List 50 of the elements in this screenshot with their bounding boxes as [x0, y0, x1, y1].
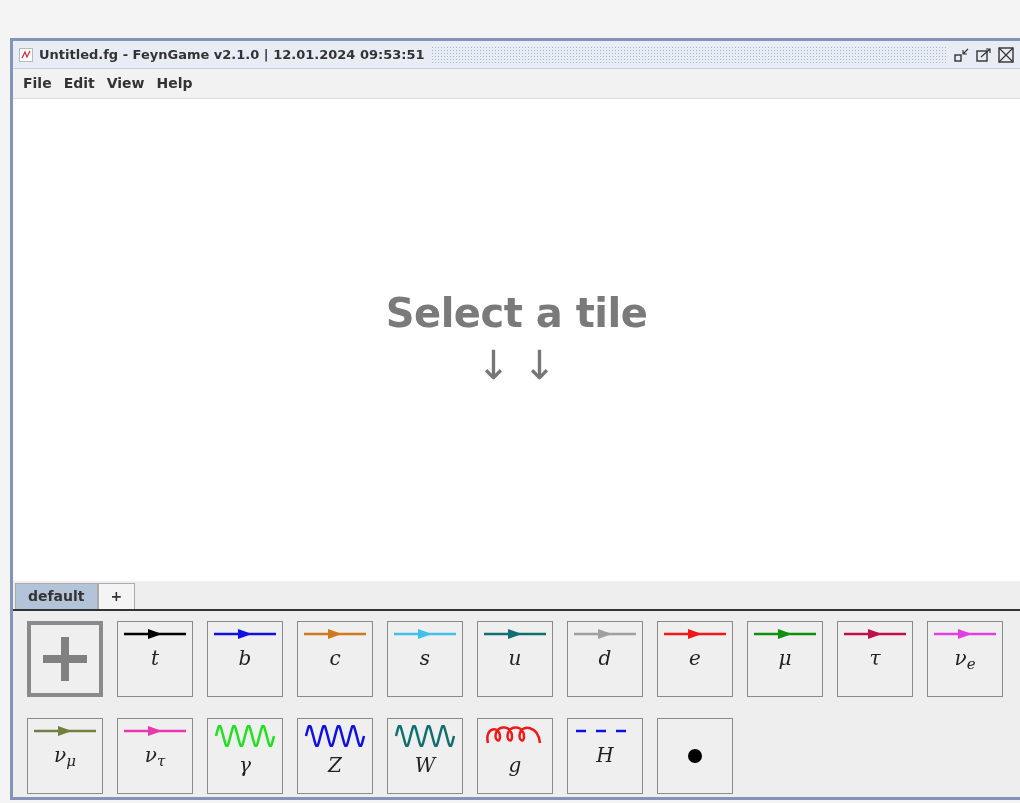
close-icon[interactable] [998, 46, 1014, 63]
particle-tile[interactable]: d [567, 621, 643, 697]
particle-tile[interactable]: W [387, 718, 463, 794]
menu-item[interactable]: File [17, 71, 58, 96]
particle-tile[interactable]: t [117, 621, 193, 697]
menu-item[interactable]: Help [150, 71, 199, 96]
particle-label: c [329, 648, 341, 668]
particle-label: ν$_{e}$ [954, 648, 976, 668]
particle-label: ν$_{τ}$ [144, 745, 166, 765]
particle-tile[interactable]: e [657, 621, 733, 697]
particle-label: γ [239, 755, 251, 775]
canvas-heading: Select a tile [385, 289, 648, 338]
window-title: Untitled.fg - FeynGame v2.1.0 | 12.01.2024 09:53:51 [39, 45, 425, 64]
particle-label: e [689, 648, 701, 668]
particle-tile[interactable] [657, 718, 733, 794]
particle-label: Z [328, 755, 342, 775]
menu-item[interactable]: Edit [57, 71, 101, 96]
particle-label: W [414, 755, 436, 775]
particle-tile[interactable]: γ [207, 718, 283, 794]
drawing-canvas[interactable]: Select a tile ↓ ↓ [13, 99, 1020, 581]
particle-tile[interactable]: b [207, 621, 283, 697]
down-arrows: ↓ ↓ [476, 343, 557, 387]
maximize-icon[interactable] [976, 46, 992, 63]
particle-label: u [508, 648, 522, 668]
particle-tile[interactable]: ν$_{τ}$ [117, 718, 193, 794]
particle-tile[interactable]: ν$_{e}$ [927, 621, 1003, 697]
menu-item[interactable]: View [100, 71, 151, 96]
particle-tile[interactable]: H [567, 718, 643, 794]
particle-tile[interactable]: τ [837, 621, 913, 697]
particle-tile[interactable]: ν$_{μ}$ [27, 718, 103, 794]
restore-icon[interactable] [954, 46, 970, 63]
particle-tile[interactable]: u [477, 621, 553, 697]
tile-set-tab[interactable]: default [15, 583, 98, 609]
particle-tile[interactable]: μ [747, 621, 823, 697]
plus-icon [41, 635, 89, 683]
particle-tile[interactable]: g [477, 718, 553, 794]
tile-set-tab[interactable]: + [97, 583, 136, 609]
particle-label: b [238, 648, 252, 668]
particle-label: τ [869, 648, 881, 668]
particle-tile[interactable]: Z [297, 718, 373, 794]
particle-label: μ [778, 648, 792, 668]
app-icon [19, 47, 33, 62]
particle-tile[interactable]: s [387, 621, 463, 697]
particle-label: d [598, 648, 612, 668]
particle-tile[interactable]: c [297, 621, 373, 697]
particle-label: t [150, 648, 159, 668]
add-tile-button[interactable] [27, 621, 103, 697]
particle-label: g [508, 755, 522, 775]
particle-label: H [596, 745, 614, 765]
particle-label: s [419, 648, 431, 668]
